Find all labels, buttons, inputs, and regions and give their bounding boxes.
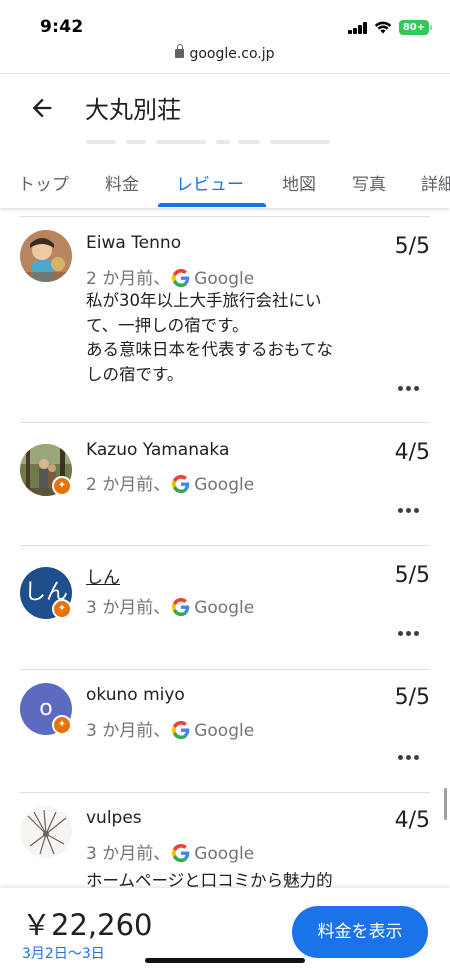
avatar[interactable] xyxy=(20,806,72,858)
scrolled-subtitle-remnant xyxy=(86,140,336,146)
reviewer-name[interactable]: vulpes xyxy=(86,808,142,828)
avatar[interactable] xyxy=(20,230,72,282)
lock-icon xyxy=(175,44,185,58)
local-guide-badge-icon xyxy=(52,476,72,496)
review-source: Google xyxy=(194,598,255,618)
review-text-line: 私が30年以上大手旅行会社にい xyxy=(86,291,322,310)
review-text: 私が30年以上大手旅行会社にい て、一押しの宿です。 ある意味日本を代表するおも… xyxy=(86,289,376,387)
review-text-line: ホームページと口コミから魅力的 xyxy=(86,871,333,888)
battery-icon: 80+ xyxy=(399,20,429,35)
reviewer-name[interactable]: Eiwa Tenno xyxy=(86,233,181,253)
review-text-line: ある意味日本を代表するおもてな xyxy=(86,340,333,359)
google-g-icon xyxy=(172,721,190,739)
reviewer-name[interactable]: しん xyxy=(86,563,120,588)
url-text: google.co.jp xyxy=(189,46,275,62)
tab-prices[interactable]: 料金 xyxy=(105,170,139,195)
page-header: 大丸別荘 xyxy=(0,74,450,140)
review-source: Google xyxy=(194,269,255,289)
review-time: 2 か月前、 xyxy=(86,475,171,495)
tab-map[interactable]: 地図 xyxy=(282,170,316,195)
review-text-line: て、一押しの宿です。 xyxy=(86,315,249,335)
review-time: 3 か月前、 xyxy=(86,598,171,618)
page-title: 大丸別荘 xyxy=(85,96,181,124)
tab-reviews[interactable]: レビュー xyxy=(176,170,244,195)
signal-icon xyxy=(348,22,368,34)
review-text-line: しの宿です。 xyxy=(86,364,184,384)
divider xyxy=(20,545,430,546)
review-rating: 5/5 xyxy=(394,685,430,710)
review-rating: 4/5 xyxy=(394,808,430,833)
tab-photos[interactable]: 写真 xyxy=(352,170,386,195)
avatar-drawing xyxy=(20,806,72,858)
google-g-icon xyxy=(172,598,190,616)
home-indicator[interactable] xyxy=(145,958,305,963)
more-horizontal-icon[interactable] xyxy=(398,384,422,392)
local-guide-badge-icon xyxy=(52,599,72,619)
more-horizontal-icon[interactable] xyxy=(398,629,422,637)
review-meta: 3 か月前、 Google xyxy=(86,839,254,864)
avatar-photo xyxy=(20,230,72,282)
divider xyxy=(20,669,430,670)
battery-cap xyxy=(430,25,432,30)
more-horizontal-icon[interactable] xyxy=(398,506,422,514)
reviewer-name[interactable]: okuno miyo xyxy=(86,685,185,705)
reviewer-name[interactable]: Kazuo Yamanaka xyxy=(86,440,229,460)
scrollbar-thumb[interactable] xyxy=(444,788,447,820)
local-guide-badge-icon xyxy=(52,715,72,735)
show-prices-button[interactable]: 料金を表示 xyxy=(292,906,428,958)
review-source: Google xyxy=(194,721,255,741)
arrow-back-icon[interactable] xyxy=(28,94,56,122)
divider xyxy=(20,216,430,217)
google-g-icon xyxy=(172,844,190,862)
divider xyxy=(20,792,430,793)
wifi-icon xyxy=(374,21,392,34)
review-source: Google xyxy=(194,844,255,864)
review-source: Google xyxy=(194,475,255,495)
status-bar: 9:42 80+ xyxy=(0,0,450,44)
review-rating: 5/5 xyxy=(394,234,430,259)
google-g-icon xyxy=(172,269,190,287)
google-g-icon xyxy=(172,475,190,493)
url-bar[interactable]: google.co.jp xyxy=(0,44,450,68)
divider xyxy=(20,422,430,423)
review-time: 2 か月前、 xyxy=(86,269,171,289)
review-meta: 3 か月前、 Google xyxy=(86,716,254,741)
review-rating: 4/5 xyxy=(394,440,430,465)
price: ￥22,260 xyxy=(22,908,153,942)
tab-bar: トップ 料金 レビュー 地図 写真 詳細 xyxy=(0,150,450,208)
review-rating: 5/5 xyxy=(394,563,430,588)
date-range[interactable]: 3月2日～3日 xyxy=(22,943,105,963)
review-list: Eiwa Tenno 5/5 2 か月前、 Google 私が30年以上大手旅行会… xyxy=(0,208,450,888)
tab-details[interactable]: 詳細 xyxy=(421,170,450,195)
review-time: 3 か月前、 xyxy=(86,844,171,864)
review-meta: 2 か月前、 Google xyxy=(86,264,254,289)
status-time: 9:42 xyxy=(40,17,84,37)
review-meta: 3 か月前、 Google xyxy=(86,593,254,618)
tab-top[interactable]: トップ xyxy=(18,170,69,195)
review-time: 3 か月前、 xyxy=(86,721,171,741)
review-text: ホームページと口コミから魅力的 xyxy=(86,869,386,888)
active-tab-indicator xyxy=(158,203,266,207)
review-meta: 2 か月前、 Google xyxy=(86,470,254,495)
more-horizontal-icon[interactable] xyxy=(398,753,422,761)
